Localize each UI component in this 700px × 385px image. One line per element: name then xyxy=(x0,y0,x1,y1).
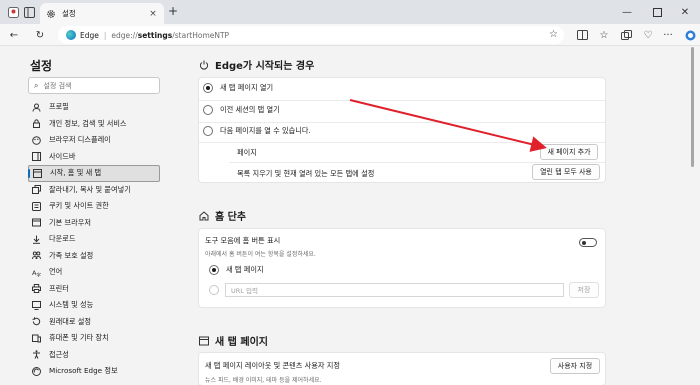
annotation-arrow xyxy=(349,99,547,152)
